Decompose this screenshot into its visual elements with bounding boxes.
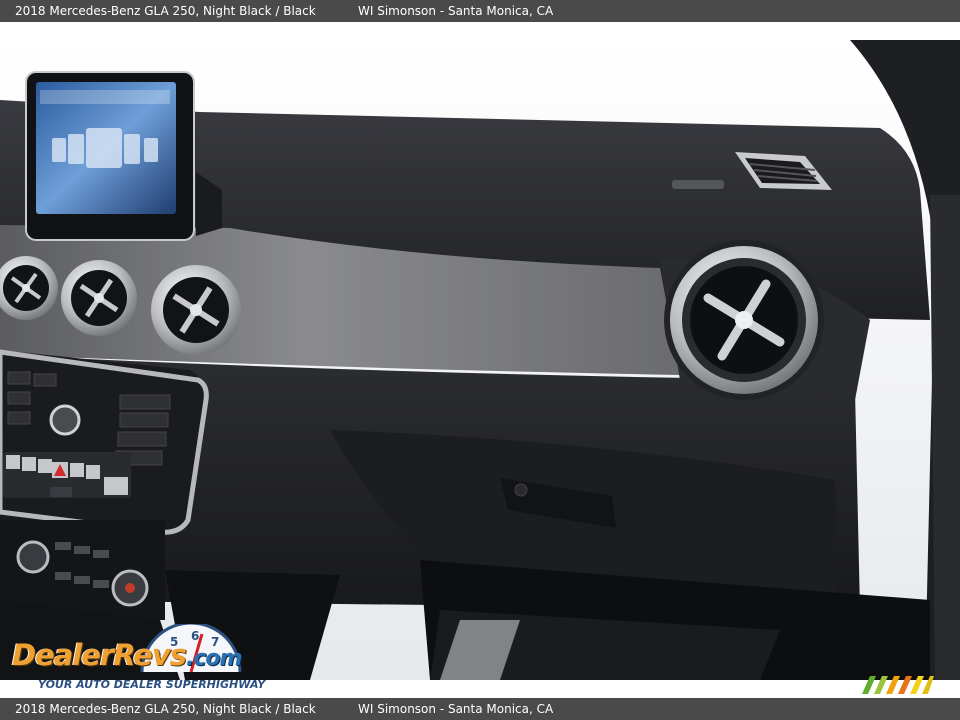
right-air-vent (664, 240, 824, 400)
glovebox-lock (514, 483, 528, 497)
dealer-caption-bottom: WI Simonson - Santa Monica, CA (358, 702, 554, 716)
stripes-badge-icon (862, 676, 934, 694)
bottom-caption-bar: 2018 Mercedes-Benz GLA 250, Night Black … (0, 698, 960, 720)
dealerrevs-logo: DealerRevs.com (12, 638, 242, 672)
vehicle-caption: 2018 Mercedes-Benz GLA 250, Night Black … (15, 4, 316, 18)
dealer-caption: WI Simonson - Santa Monica, CA (358, 4, 554, 18)
vehicle-caption-bottom: 2018 Mercedes-Benz GLA 250, Night Black … (15, 702, 316, 716)
dealerrevs-watermark: 4567 DealerRevs.com YOUR AUTO DEALER SUP… (10, 624, 270, 694)
top-caption-bar: 2018 Mercedes-Benz GLA 250, Night Black … (0, 0, 960, 22)
volume-knob (49, 404, 81, 436)
dashboard-illustration (0, 40, 960, 680)
infotainment-screen (25, 71, 222, 241)
airbag-label (672, 180, 724, 189)
dashboard-photo (0, 40, 960, 680)
watermark-tagline: YOUR AUTO DEALER SUPERHIGHWAY (38, 678, 266, 691)
